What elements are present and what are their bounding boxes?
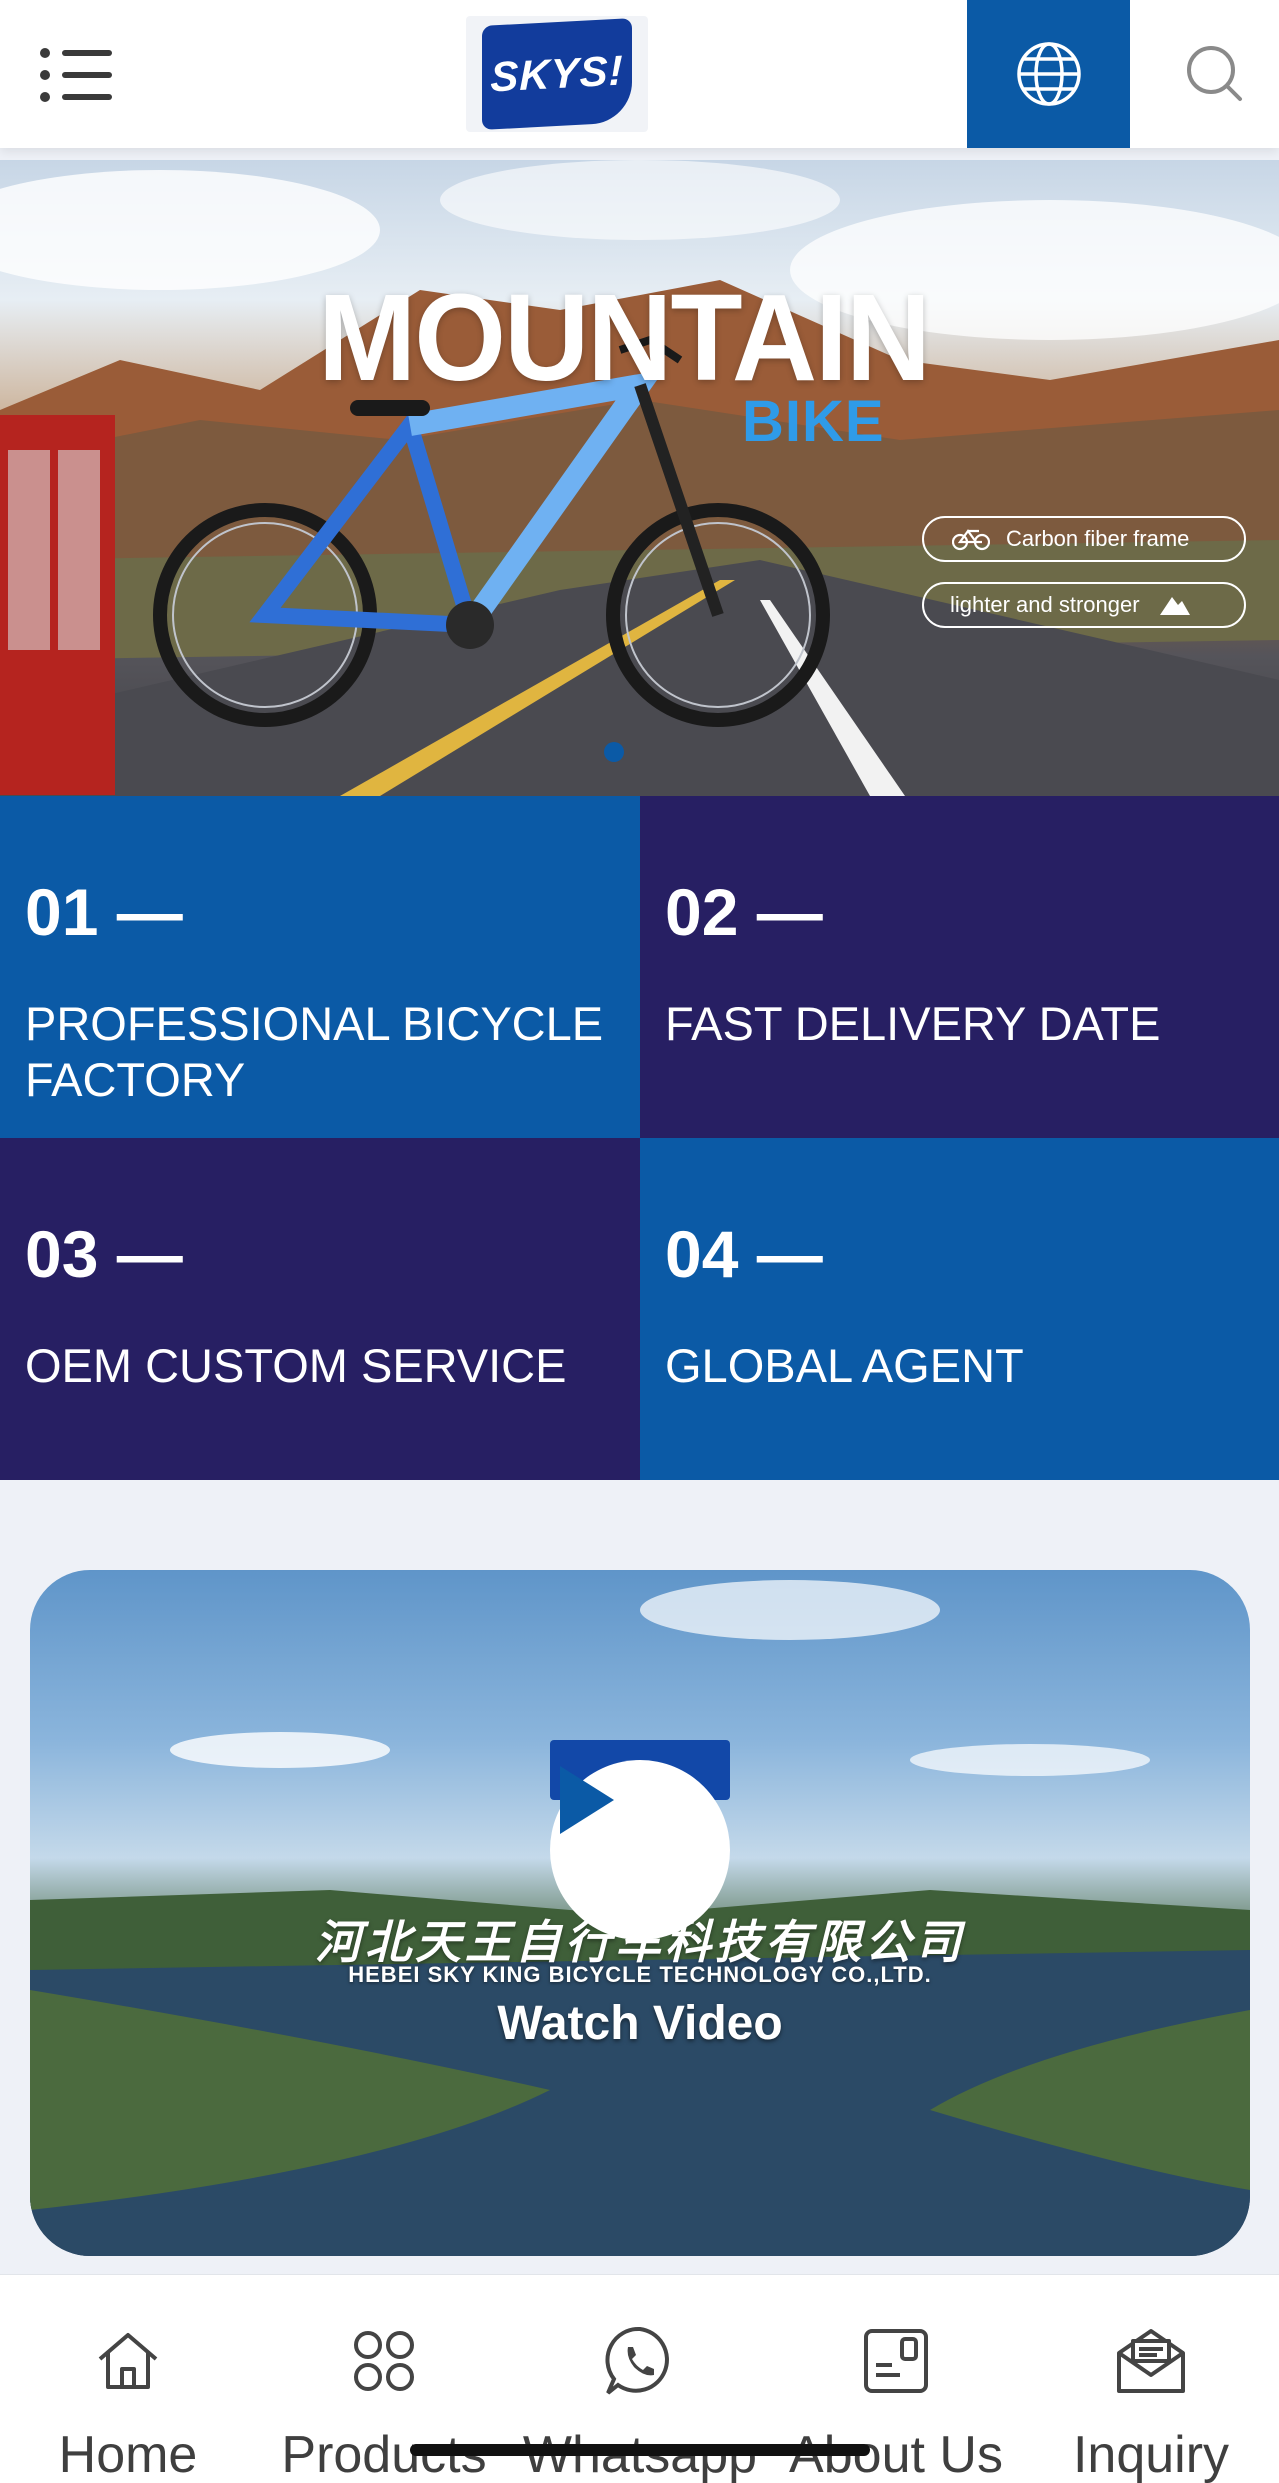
- globe-icon: [1016, 42, 1081, 106]
- features-grid: 01 — PROFESSIONAL BICYCLE FACTORY 02 — F…: [0, 796, 1279, 1480]
- nav-item-inquiry[interactable]: Inquiry: [1023, 2275, 1279, 2483]
- feature-card: 01 — PROFESSIONAL BICYCLE FACTORY: [0, 796, 640, 1138]
- site-header: SKYS!: [0, 0, 1279, 148]
- feature-card: 03 — OEM CUSTOM SERVICE: [0, 1138, 640, 1480]
- banner-tag-label: lighter and stronger: [950, 592, 1140, 617]
- site-logo[interactable]: SKYS!: [466, 16, 648, 132]
- search-icon: [1186, 46, 1242, 101]
- bicycle-icon: [952, 529, 990, 551]
- video-section: 河北天王自行车科技有限公司 HEBEI SKY KING BICYCLE TEC…: [0, 1480, 1279, 2280]
- about-us-icon: [864, 2329, 928, 2393]
- nav-item-home[interactable]: Home: [0, 2275, 256, 2483]
- search-button[interactable]: [1150, 0, 1279, 148]
- carousel-indicators: [604, 742, 624, 762]
- play-button[interactable]: [550, 1760, 730, 1940]
- nav-label-home: Home: [58, 2426, 198, 2483]
- home-icon: [98, 2333, 158, 2389]
- video-company-name-en: HEBEI SKY KING BICYCLE TECHNOLOGY CO.,LT…: [348, 1962, 932, 1987]
- feature-card: 02 — FAST DELIVERY DATE: [640, 796, 1279, 1138]
- feature-label: PROFESSIONAL BICYCLE FACTORY: [25, 997, 604, 1106]
- logo-text: SKYS!: [490, 46, 624, 101]
- banner-subtitle: BIKE: [742, 389, 885, 454]
- feature-number: 04 —: [665, 1217, 823, 1291]
- feature-number: 01 —: [25, 875, 183, 949]
- play-icon: [560, 1766, 614, 1834]
- logo-badge: SKYS!: [482, 18, 632, 130]
- whatsapp-icon: [605, 2326, 669, 2395]
- banner-scene-image: [0, 160, 1279, 796]
- feature-number: 03 —: [25, 1217, 183, 1291]
- mountain-icon: [1159, 597, 1190, 615]
- banner-tag-label: Carbon fiber frame: [1006, 526, 1190, 551]
- inquiry-mail-icon: [1117, 2329, 1185, 2393]
- feature-label: OEM CUSTOM SERVICE: [25, 1339, 567, 1392]
- nav-label-inquiry: Inquiry: [1072, 2426, 1230, 2483]
- feature-card: 04 — GLOBAL AGENT: [640, 1138, 1279, 1480]
- banner-tag-lighter: lighter and stronger: [922, 582, 1246, 628]
- watch-video-label[interactable]: Watch Video: [30, 1996, 1250, 2051]
- carousel-dot-active[interactable]: [604, 742, 624, 762]
- banner-tag-carbon: Carbon fiber frame: [922, 516, 1246, 562]
- feature-label: FAST DELIVERY DATE: [665, 997, 1161, 1050]
- video-player[interactable]: 河北天王自行车科技有限公司 HEBEI SKY KING BICYCLE TEC…: [30, 1570, 1250, 2256]
- products-grid-icon: [354, 2331, 414, 2391]
- feature-number: 02 —: [665, 875, 823, 949]
- feature-label: GLOBAL AGENT: [665, 1339, 1024, 1392]
- home-indicator[interactable]: [410, 2444, 870, 2456]
- list-menu-icon[interactable]: [40, 40, 112, 108]
- language-button[interactable]: [967, 0, 1130, 148]
- hero-banner[interactable]: MOUNTAIN BIKE Carbon fiber frame lighter…: [0, 160, 1279, 796]
